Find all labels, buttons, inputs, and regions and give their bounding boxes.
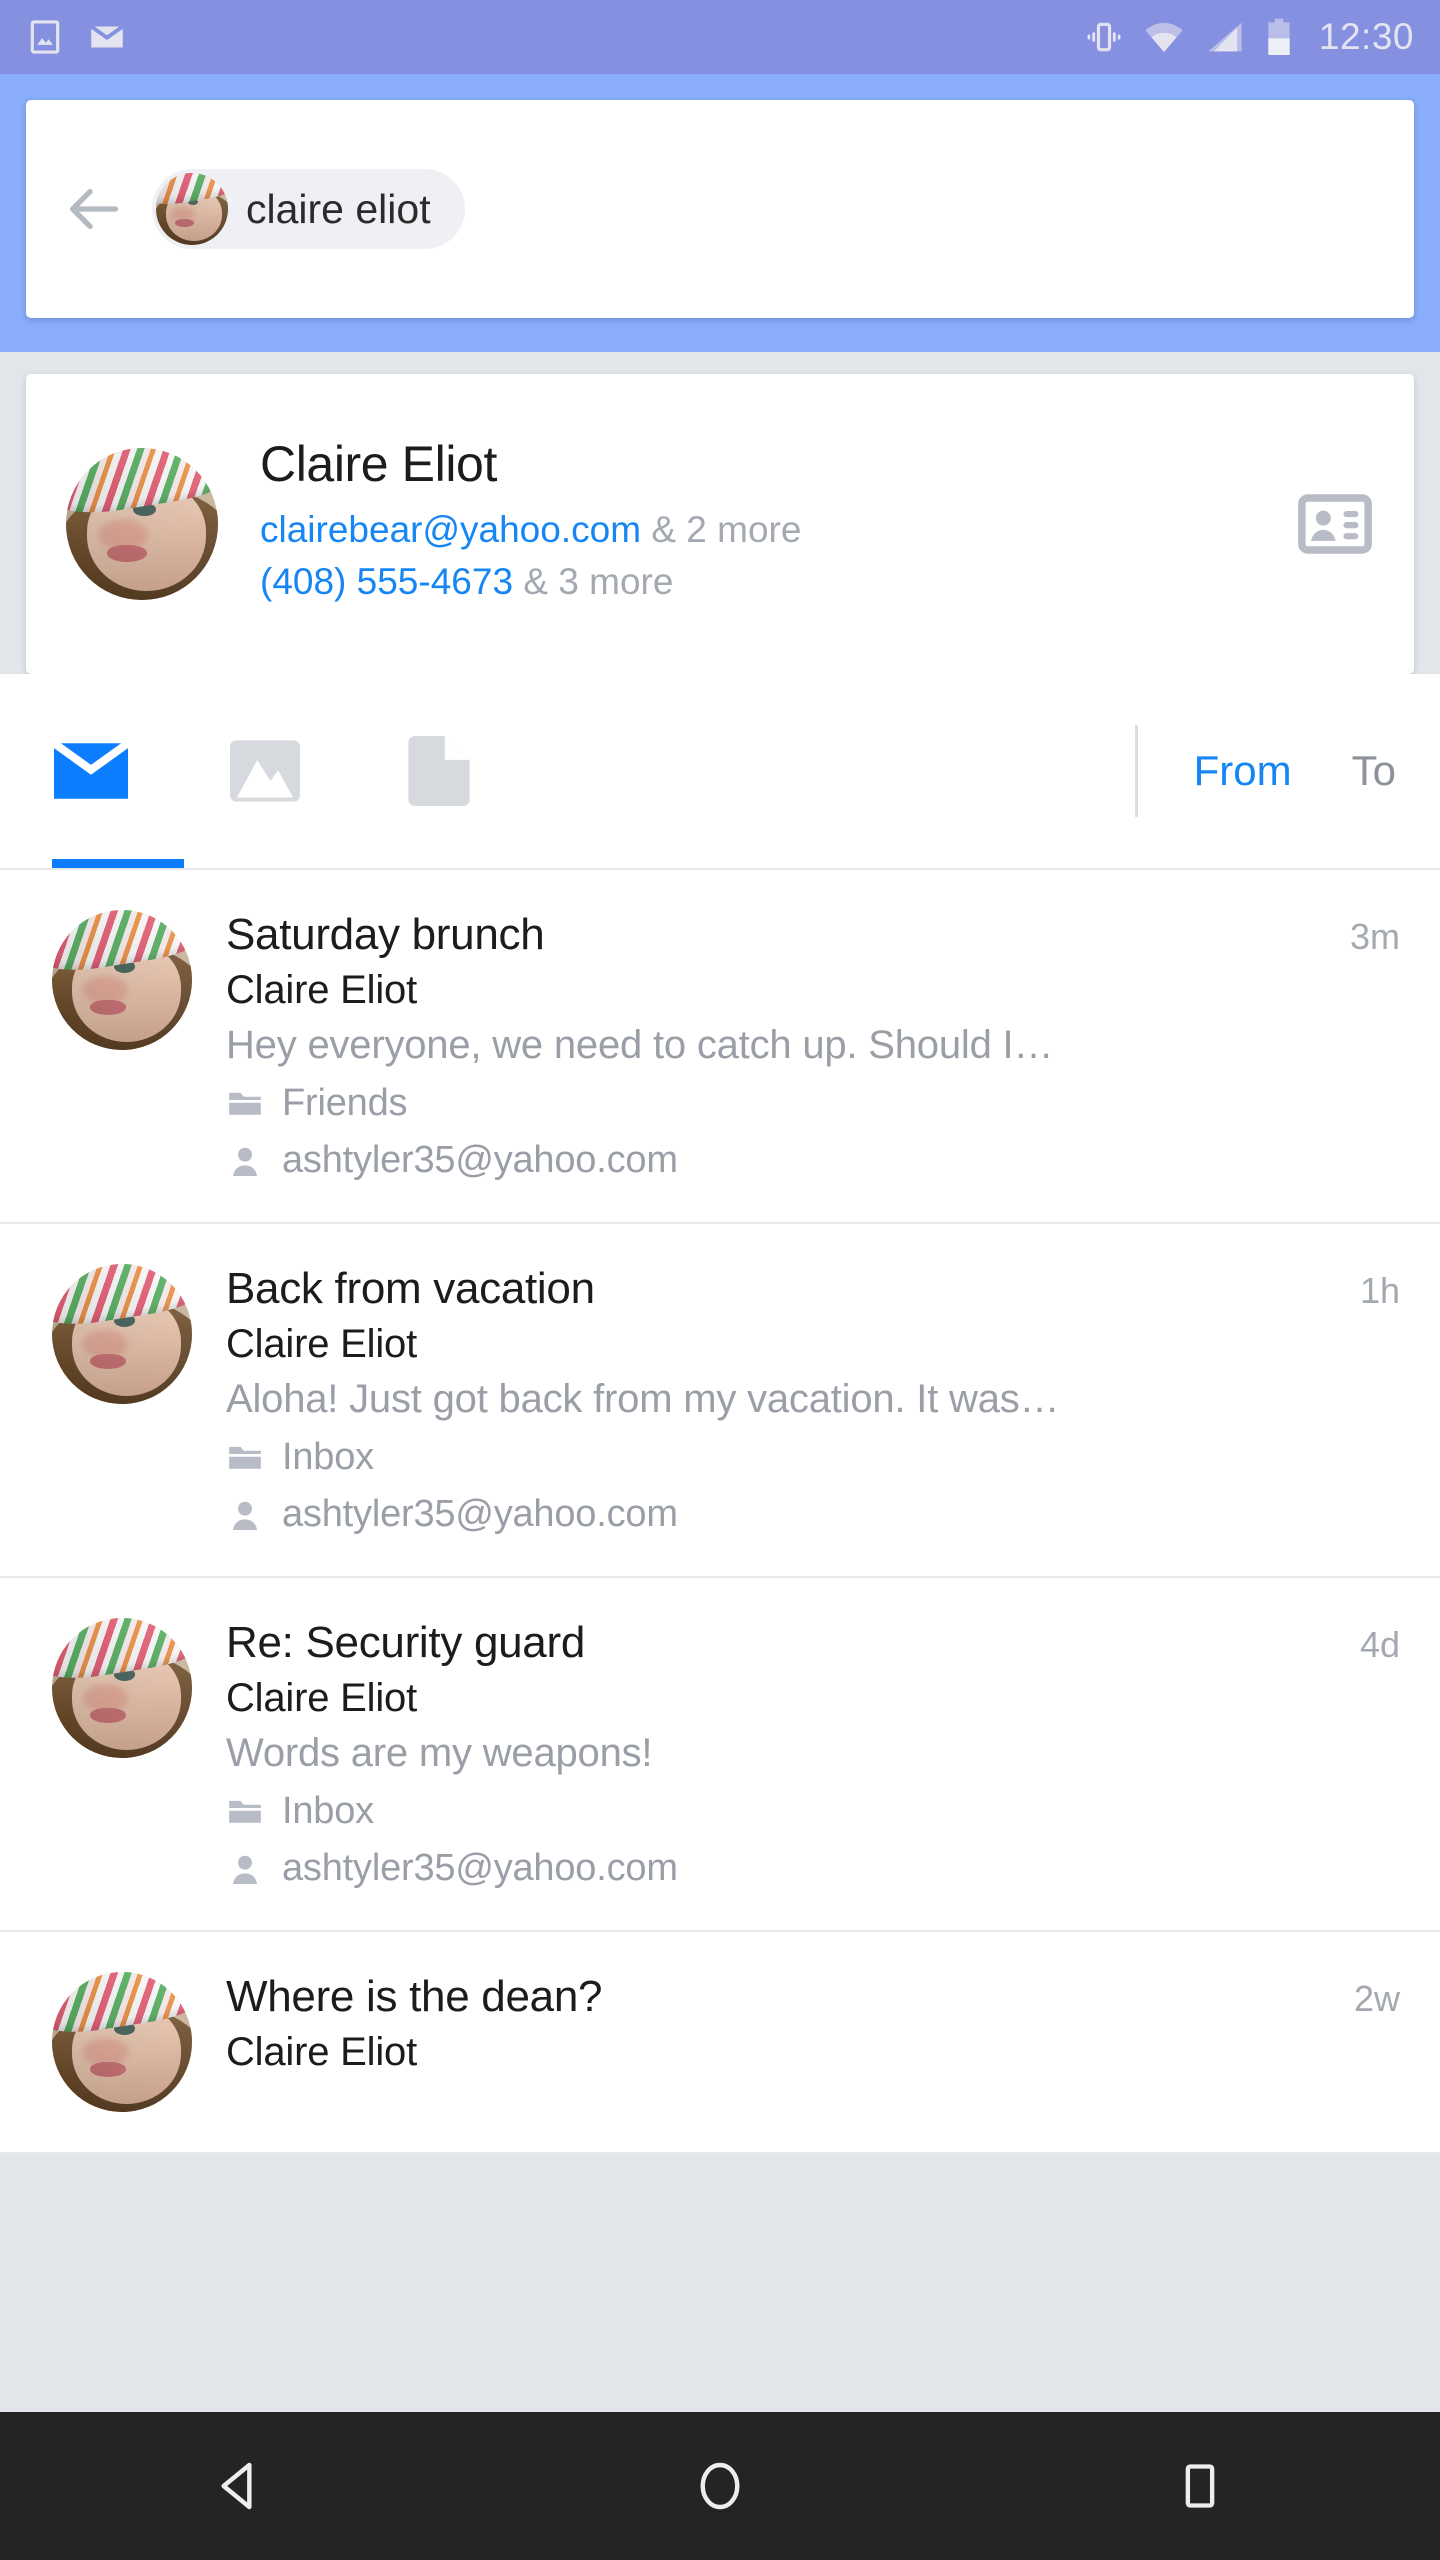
- email-content: Where is the dean? 2w Claire Eliot: [226, 1972, 1400, 2112]
- email-header-line: Re: Security guard 4d: [226, 1618, 1400, 1668]
- email-folder-line: Friends: [226, 1082, 1400, 1125]
- contact-card-section: Claire Eliot clairebear@yahoo.com & 2 mo…: [0, 352, 1440, 674]
- nav-recents-button[interactable]: [1140, 2426, 1260, 2546]
- battery-icon: [1268, 18, 1290, 55]
- email-header-line: Back from vacation 1h: [226, 1264, 1400, 1314]
- table-row[interactable]: Where is the dean? 2w Claire Eliot: [0, 1932, 1440, 2154]
- email-recipient: ashtyler35@yahoo.com: [282, 1493, 678, 1535]
- email-preview: Words are my weapons!: [226, 1731, 653, 1775]
- status-bar: 12:30: [0, 0, 1440, 74]
- email-timestamp: 1h: [1359, 1270, 1400, 1311]
- mail-icon: [54, 742, 128, 799]
- contact-email-more[interactable]: & 2 more: [651, 509, 801, 550]
- nav-home-icon: [700, 2462, 740, 2510]
- status-bar-notifications: [26, 16, 128, 58]
- contact-email-line: clairebear@yahoo.com & 2 more: [260, 509, 1276, 551]
- email-folder: Inbox: [282, 1790, 374, 1832]
- direction-filter-tabs: From To: [1134, 725, 1400, 817]
- email-header-line: Saturday brunch 3m: [226, 910, 1400, 960]
- table-row[interactable]: Back from vacation 1h Claire Eliot Aloha…: [0, 1224, 1440, 1578]
- search-header: claire eliot: [0, 74, 1440, 352]
- status-bar-clock: 12:30: [1318, 16, 1414, 57]
- vibrate-icon: [1087, 22, 1121, 52]
- email-folder: Inbox: [282, 1436, 374, 1478]
- email-recipient-line: ashtyler35@yahoo.com: [226, 1139, 1400, 1182]
- photo-notification-icon: [30, 20, 60, 54]
- email-timestamp: 2w: [1353, 1978, 1400, 2019]
- contact-details: Claire Eliot clairebear@yahoo.com & 2 mo…: [260, 435, 1276, 613]
- contact-email[interactable]: clairebear@yahoo.com: [260, 509, 641, 550]
- android-navigation-bar: [0, 2412, 1440, 2560]
- document-icon: [408, 736, 470, 806]
- email-recipient-line: ashtyler35@yahoo.com: [226, 1493, 1400, 1536]
- mail-notification-icon: [90, 24, 124, 48]
- email-subject: Saturday brunch: [226, 910, 545, 959]
- email-sender: Claire Eliot: [226, 2030, 417, 2074]
- avatar: [52, 1618, 192, 1758]
- contact-card[interactable]: Claire Eliot clairebear@yahoo.com & 2 mo…: [26, 374, 1414, 674]
- email-recipient: ashtyler35@yahoo.com: [282, 1139, 678, 1181]
- active-tab-indicator: [52, 859, 184, 868]
- contact-phone[interactable]: (408) 555-4673: [260, 561, 513, 602]
- email-timestamp: 4d: [1359, 1624, 1400, 1665]
- email-subject: Re: Security guard: [226, 1618, 585, 1667]
- image-icon: [230, 740, 300, 802]
- person-icon: [232, 1855, 258, 1884]
- email-preview: Hey everyone, we need to catch up. Shoul…: [226, 1023, 1054, 1067]
- email-sender: Claire Eliot: [226, 968, 417, 1012]
- email-recipient: ashtyler35@yahoo.com: [282, 1847, 678, 1889]
- folder-icon: [229, 1446, 261, 1469]
- email-sender: Claire Eliot: [226, 1322, 417, 1366]
- avatar: [52, 910, 192, 1050]
- person-icon: [232, 1501, 258, 1530]
- tab-from[interactable]: From: [1190, 747, 1296, 795]
- person-icon: [232, 1147, 258, 1176]
- email-list: Saturday brunch 3m Claire Eliot Hey ever…: [0, 870, 1440, 2154]
- table-row[interactable]: Re: Security guard 4d Claire Eliot Words…: [0, 1578, 1440, 1932]
- email-subject: Back from vacation: [226, 1264, 595, 1313]
- type-filter-tabs: [52, 736, 478, 806]
- email-subject: Where is the dean?: [226, 1972, 603, 2021]
- folder-icon: [229, 1800, 261, 1823]
- nav-back-button[interactable]: [180, 2426, 300, 2546]
- back-arrow-icon[interactable]: [62, 177, 126, 241]
- tab-mail[interactable]: [52, 739, 130, 803]
- chip-avatar: [156, 173, 228, 245]
- wifi-icon: [1145, 23, 1183, 53]
- search-contact-chip[interactable]: claire eliot: [152, 169, 465, 249]
- contact-phone-more[interactable]: & 3 more: [523, 561, 673, 602]
- contact-card-icon[interactable]: [1296, 485, 1374, 563]
- email-preview: Aloha! Just got back from my vacation. I…: [226, 1377, 1060, 1421]
- avatar: [52, 1264, 192, 1404]
- email-header-line: Where is the dean? 2w: [226, 1972, 1400, 2022]
- email-sender: Claire Eliot: [226, 1676, 417, 1720]
- email-content: Saturday brunch 3m Claire Eliot Hey ever…: [226, 910, 1400, 1182]
- contact-avatar: [66, 448, 218, 600]
- tab-divider: [1134, 725, 1138, 817]
- nav-recents-icon: [1185, 2464, 1215, 2508]
- tab-to[interactable]: To: [1348, 747, 1400, 795]
- table-row[interactable]: Saturday brunch 3m Claire Eliot Hey ever…: [0, 870, 1440, 1224]
- tab-documents[interactable]: [400, 736, 478, 806]
- contact-name: Claire Eliot: [260, 436, 497, 492]
- status-bar-indicators: 12:30: [1085, 16, 1414, 58]
- email-folder: Friends: [282, 1082, 408, 1124]
- avatar: [52, 1972, 192, 2112]
- nav-back-icon: [221, 2462, 252, 2510]
- filter-tab-bar: From To: [0, 674, 1440, 870]
- search-bar[interactable]: claire eliot: [26, 100, 1414, 318]
- cellular-signal-icon: [1208, 22, 1242, 52]
- email-folder-line: Inbox: [226, 1436, 1400, 1479]
- email-timestamp: 3m: [1349, 916, 1400, 957]
- folder-icon: [229, 1092, 261, 1115]
- tab-images[interactable]: [226, 739, 304, 803]
- email-recipient-line: ashtyler35@yahoo.com: [226, 1847, 1400, 1890]
- search-query-text: claire eliot: [246, 185, 431, 232]
- email-content: Re: Security guard 4d Claire Eliot Words…: [226, 1618, 1400, 1890]
- email-folder-line: Inbox: [226, 1790, 1400, 1833]
- contact-phone-line: (408) 555-4673 & 3 more: [260, 561, 1276, 603]
- nav-home-button[interactable]: [660, 2426, 780, 2546]
- email-content: Back from vacation 1h Claire Eliot Aloha…: [226, 1264, 1400, 1536]
